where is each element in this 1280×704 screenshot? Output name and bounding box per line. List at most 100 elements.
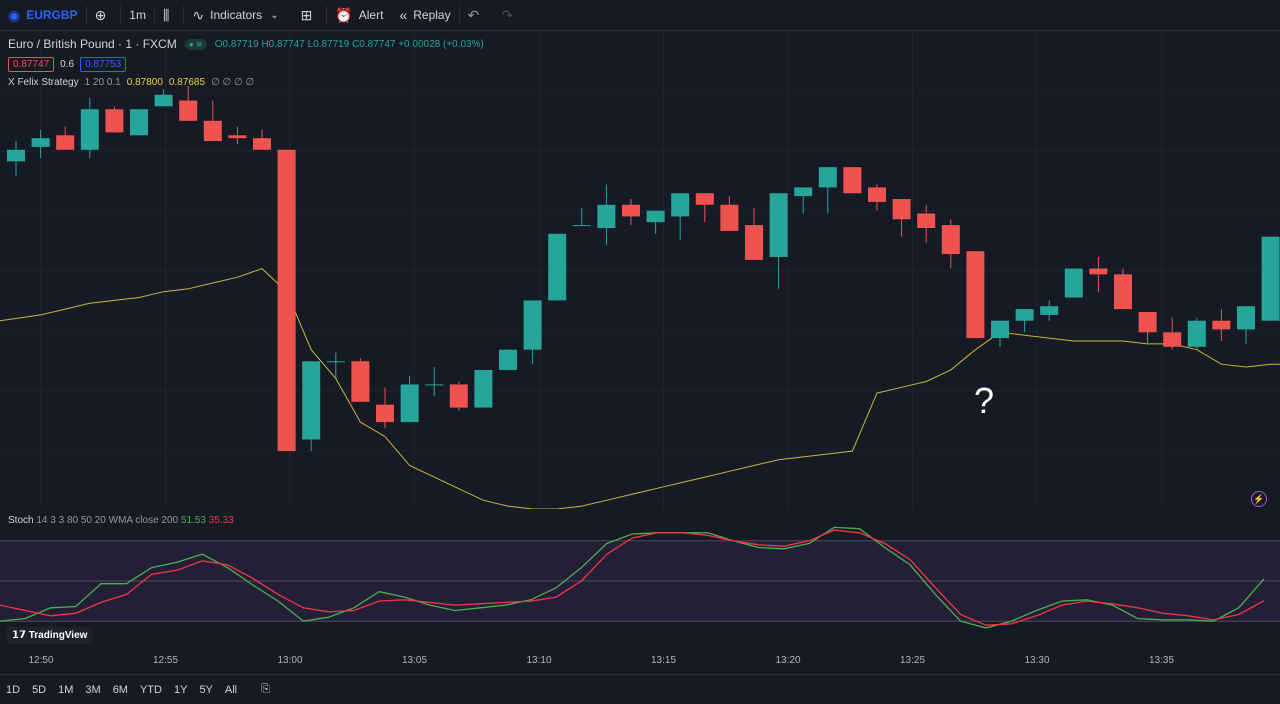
buy-price-button[interactable]: 0.87753	[80, 56, 127, 72]
rewind-icon: «	[399, 7, 408, 23]
time-axis-tick: 13:20	[775, 655, 801, 666]
interval-button[interactable]: 1m	[121, 0, 154, 30]
chart-type-button[interactable]: ⫼	[155, 0, 183, 30]
replay-button[interactable]: « Replay	[391, 0, 458, 30]
candles-icon: ⫼	[162, 6, 170, 23]
alert-button[interactable]: ⏰ Alert	[327, 0, 391, 30]
range-button-5d[interactable]: 5D	[26, 684, 52, 696]
price-chart-svg	[0, 31, 1280, 509]
indicators-icon: ∿	[192, 6, 205, 23]
candle-body-bullish	[1261, 236, 1280, 321]
interval-label: 1m	[129, 8, 146, 22]
range-button-all[interactable]: All	[219, 684, 243, 696]
tradingview-logo[interactable]: 𝟭𝟳 TradingView	[6, 627, 94, 644]
compare-button[interactable]: ⊕	[87, 0, 121, 30]
spread-value: 0.6	[60, 58, 75, 70]
candle-body-bullish	[572, 225, 591, 227]
candle-body-bearish	[868, 187, 886, 202]
range-button-ytd[interactable]: YTD	[134, 684, 168, 696]
time-axis-tick: 12:50	[28, 655, 54, 666]
candle-body-bullish	[154, 94, 173, 107]
market-status-icon[interactable]: ● ≋	[184, 38, 207, 50]
strategy-value-empty: ∅ ∅ ∅ ∅	[211, 77, 255, 88]
strategy-value-lower: 0.87685	[168, 77, 206, 88]
time-axis-tick: 13:35	[1148, 655, 1175, 666]
strategy-value-upper: 0.87800	[126, 77, 163, 88]
candle-body-bearish	[1163, 332, 1182, 347]
symbol-search-button[interactable]: ◉ EURGBP	[0, 0, 86, 30]
strategy-name[interactable]: X Felix Strategy	[8, 77, 79, 88]
candle-body-bullish	[1015, 309, 1034, 321]
stochastic-pane[interactable]	[0, 510, 1280, 652]
candle-body-bullish	[80, 109, 99, 150]
time-axis-tick: 12:55	[152, 655, 179, 666]
time-axis-tick: 13:25	[899, 655, 926, 666]
candle-body-bullish	[425, 384, 444, 386]
candle-body-bullish	[1187, 320, 1206, 347]
redo-button[interactable]: ↷	[493, 0, 527, 30]
stoch-name[interactable]: Stoch	[8, 515, 34, 526]
candle-body-bullish	[794, 187, 813, 197]
range-button-6m[interactable]: 6M	[107, 684, 134, 696]
symbol-label: EURGBP	[26, 8, 78, 22]
redo-icon: ↷	[501, 6, 514, 23]
chevron-down-icon: ⌄	[270, 9, 279, 21]
candle-body-bullish	[474, 369, 493, 408]
chart-legend: Euro / British Pound · 1 · FXCM ● ≋ O0.8…	[8, 37, 484, 88]
lower-band-line	[0, 268, 1280, 509]
undo-button[interactable]: ↶	[460, 0, 494, 30]
candle-body-bullish	[499, 349, 517, 370]
candle-body-bearish	[203, 120, 222, 142]
candle-body-bearish	[622, 204, 640, 217]
range-button-1y[interactable]: 1Y	[168, 684, 193, 696]
range-button-1m[interactable]: 1M	[52, 684, 79, 696]
candle-body-bearish	[917, 213, 936, 228]
range-button-1d[interactable]: 1D	[0, 684, 26, 696]
candle-body-bearish	[351, 361, 370, 402]
stochastic-svg	[0, 526, 1280, 629]
top-toolbar: ◉ EURGBP ⊕ 1m ⫼ ∿ Indicators ⌄ ⊞ ⏰ Alert…	[0, 0, 1280, 31]
time-axis[interactable]: 12:50 12:55 13:00 13:05 13:10 13:15 13:20 13:25…	[0, 652, 1280, 674]
candle-body-bearish	[105, 109, 124, 133]
candle-body-bullish	[646, 210, 665, 223]
plus-circle-icon: ⊕	[94, 6, 107, 23]
candle-body-bearish	[277, 149, 296, 452]
range-button-3m[interactable]: 3M	[79, 684, 106, 696]
tv-logo-mark-icon: 𝟭𝟳	[12, 630, 29, 641]
indicators-label: Indicators	[210, 8, 263, 22]
candle-body-bearish	[179, 100, 198, 121]
candle-body-bullish	[7, 149, 25, 162]
ohlc-values: O0.87719 H0.87747 L0.87719 C0.87747 +0.0…	[214, 38, 484, 50]
candle-body-bullish	[302, 361, 321, 440]
candle-body-bullish	[1237, 306, 1255, 330]
candle-body-bullish	[769, 193, 788, 257]
candle-body-bullish	[597, 204, 616, 228]
strategy-params: 1 20 0.1	[84, 77, 121, 88]
grid-icon: ⊞	[300, 6, 313, 23]
tv-logo-text: TradingView	[28, 630, 88, 641]
undo-icon: ↶	[467, 6, 480, 23]
calendar-icon[interactable]: ⎘	[255, 683, 276, 696]
candle-body-bearish	[941, 225, 960, 255]
time-axis-tick: 13:10	[526, 655, 552, 666]
candle-body-bullish	[671, 193, 690, 217]
candle-body-bearish	[376, 404, 394, 423]
candle-body-bullish	[1064, 268, 1083, 298]
stoch-params: 14 3 3 80 50 20 WMA close 200	[36, 515, 179, 526]
candle-body-bearish	[720, 204, 739, 231]
indicators-button[interactable]: ∿ Indicators ⌄	[184, 0, 292, 30]
lightning-icon[interactable]: ⚡	[1251, 491, 1267, 507]
candle-body-bearish	[966, 251, 985, 339]
candle-body-bearish	[1089, 268, 1108, 275]
alert-label: Alert	[358, 8, 384, 22]
candle-body-bullish	[326, 361, 345, 363]
candle-body-bearish	[745, 225, 763, 260]
sell-price-button[interactable]: 0.87747	[8, 56, 55, 72]
candle-body-bearish	[1114, 274, 1132, 310]
candle-body-bearish	[449, 384, 468, 408]
candle-body-bearish	[843, 167, 862, 194]
price-chart[interactable]	[0, 31, 1280, 509]
layouts-button[interactable]: ⊞	[293, 0, 327, 30]
candle-body-bullish	[818, 167, 837, 188]
range-button-5y[interactable]: 5Y	[193, 684, 218, 696]
